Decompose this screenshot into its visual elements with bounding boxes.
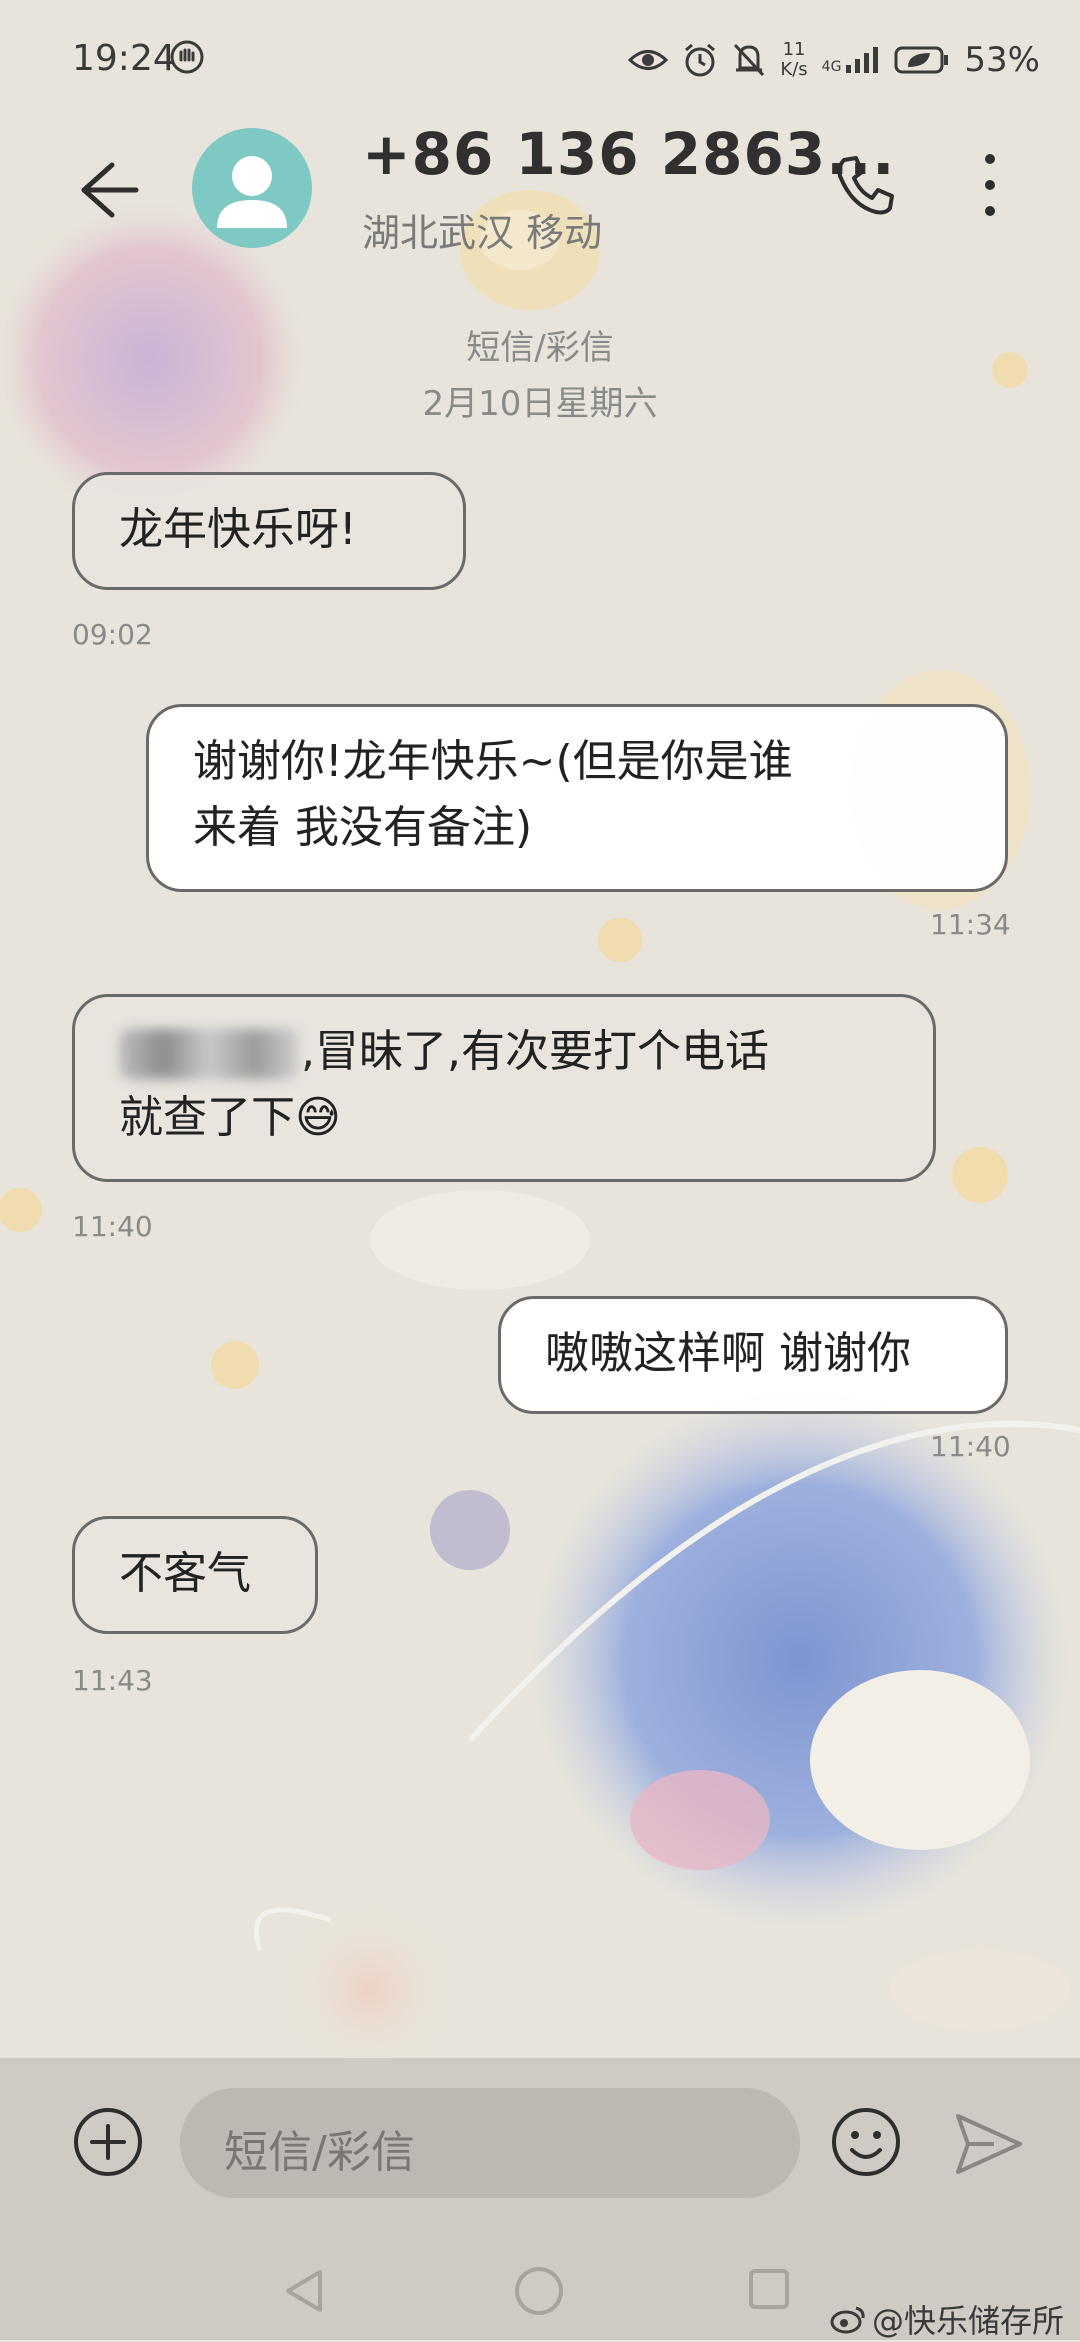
- avatar[interactable]: [192, 128, 312, 248]
- message-text: 龙年快乐呀!: [119, 504, 357, 555]
- conversation-header: +86 136 2863... 湖北武汉 移动: [0, 120, 1080, 255]
- eye-icon: [628, 50, 669, 70]
- message-text: 嗷嗷这样啊 谢谢你: [545, 1328, 911, 1379]
- thread-date: 2月10日星期六: [422, 384, 658, 424]
- message-time: 11:40: [930, 1430, 1011, 1463]
- message-text-line: 谢谢你!龙年快乐~(但是你是谁: [193, 736, 793, 787]
- watermark-text: @快乐储存所: [871, 2302, 1064, 2340]
- network-speed: 11 K/s: [780, 39, 808, 80]
- person-icon: [217, 156, 287, 228]
- message-text-line: 来着 我没有备注): [193, 802, 533, 853]
- more-options-icon[interactable]: [960, 145, 1020, 225]
- watermark: @快乐储存所: [830, 2296, 1064, 2342]
- status-bar: 19:24 11 K/s 4G 53%: [0, 0, 1080, 120]
- add-attachment-icon[interactable]: [70, 2104, 146, 2180]
- nav-home-icon[interactable]: [512, 2264, 566, 2318]
- message-bubble-incoming[interactable]: 不客气: [72, 1516, 318, 1634]
- message-input[interactable]: 短信/彩信: [180, 2088, 800, 2198]
- weibo-logo-icon: [830, 2306, 865, 2334]
- mute-icon: [734, 43, 765, 77]
- message-time: 11:43: [72, 1664, 153, 1697]
- battery-percent: 53%: [964, 40, 1040, 80]
- nav-recent-apps-icon[interactable]: [746, 2266, 792, 2312]
- send-icon[interactable]: [950, 2106, 1026, 2182]
- battery-icon: [894, 46, 949, 74]
- message-bubble-incoming[interactable]: 龙年快乐呀!: [72, 472, 466, 590]
- status-time: 19:24: [72, 38, 176, 79]
- message-text-line: ,冒昧了,有次要打个电话: [301, 1026, 769, 1077]
- nav-back-icon[interactable]: [282, 2266, 326, 2316]
- hand-icon: [170, 40, 204, 74]
- back-arrow-icon[interactable]: [72, 155, 142, 225]
- message-time: 11:34: [930, 908, 1011, 941]
- signal-icon: 4G: [822, 45, 881, 75]
- alarm-icon: [685, 43, 716, 77]
- phone-icon[interactable]: [830, 150, 900, 220]
- emoji-icon[interactable]: [828, 2104, 904, 2180]
- message-bubble-outgoing[interactable]: 谢谢你!龙年快乐~(但是你是谁 来着 我没有备注): [146, 704, 1008, 892]
- message-text: 不客气: [119, 1548, 251, 1599]
- message-bubble-outgoing[interactable]: 嗷嗷这样啊 谢谢你: [498, 1296, 1008, 1414]
- message-text-line: 就查了下😅: [119, 1092, 341, 1143]
- message-time: 09:02: [72, 618, 153, 651]
- redacted-name: [119, 1029, 299, 1079]
- thread-channel: 短信/彩信: [466, 328, 614, 368]
- contact-location: 湖北武汉 移动: [362, 211, 603, 255]
- contact-number[interactable]: +86 136 2863...: [362, 120, 895, 188]
- message-input-placeholder: 短信/彩信: [224, 2127, 415, 2178]
- message-time: 11:40: [72, 1210, 153, 1243]
- message-bubble-incoming[interactable]: ,冒昧了,有次要打个电话 就查了下😅: [72, 994, 936, 1182]
